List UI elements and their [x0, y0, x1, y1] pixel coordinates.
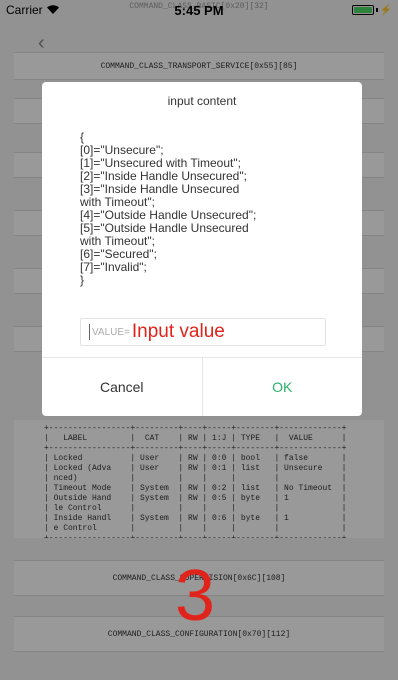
input-value-hint: Input value	[131, 321, 225, 342]
ok-button[interactable]: OK	[201, 358, 363, 416]
annotation-number: 3	[175, 556, 216, 636]
cancel-button[interactable]: Cancel	[42, 358, 202, 416]
dialog-actions: Cancel OK	[42, 357, 362, 416]
value-input[interactable]: VALUE= Input value	[80, 318, 326, 346]
input-dialog: input content { [0]="Unsecure"; [1]="Uns…	[42, 82, 362, 416]
value-input-placeholder: VALUE=	[92, 326, 130, 338]
dialog-options-text: { [0]="Unsecure"; [1]="Unsecured with Ti…	[80, 130, 257, 287]
dialog-title: input content	[167, 94, 237, 108]
text-caret	[89, 324, 90, 340]
